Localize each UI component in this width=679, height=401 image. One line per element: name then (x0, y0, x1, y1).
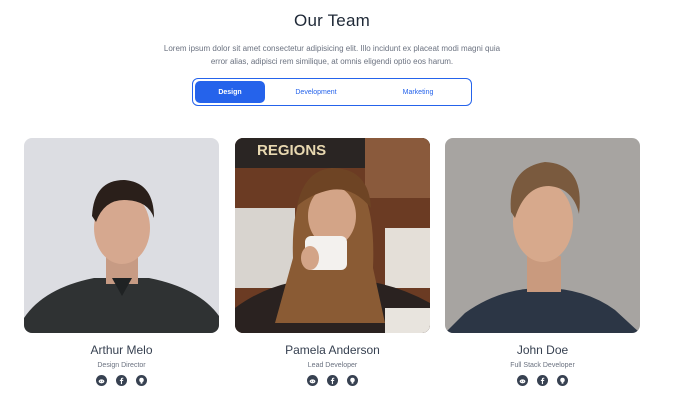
reddit-icon[interactable] (517, 375, 528, 386)
member-name: Arthur Melo (90, 343, 153, 357)
team-category-tabs: Design Development Marketing (192, 78, 472, 106)
team-member-card: REGIONS Pamela Anderson Lead Developer (235, 138, 430, 386)
github-icon[interactable] (557, 375, 568, 386)
member-role: Full Stack Developer (510, 362, 575, 369)
facebook-icon[interactable] (537, 375, 548, 386)
member-social-links (445, 375, 640, 386)
facebook-icon[interactable] (116, 375, 127, 386)
photo-sign-text: REGIONS (257, 142, 326, 159)
team-intro-text: Lorem ipsum dolor sit amet consectetur a… (163, 44, 501, 66)
page-title: Our Team (294, 11, 370, 30)
github-icon[interactable] (136, 375, 147, 386)
reddit-icon[interactable] (307, 375, 318, 386)
member-role: Design Director (97, 362, 146, 369)
member-social-links (24, 375, 219, 386)
member-photo-arthur-melo (24, 138, 219, 333)
member-name: John Doe (516, 343, 569, 357)
team-member-card: Arthur Melo Design Director (24, 138, 219, 386)
member-name: Pamela Anderson (285, 343, 380, 357)
facebook-icon[interactable] (327, 375, 338, 386)
member-role: Lead Developer (307, 362, 358, 369)
member-photo-pamela-anderson: REGIONS (235, 138, 430, 333)
member-photo-john-doe (445, 138, 640, 333)
tab-marketing[interactable]: Marketing (367, 81, 469, 103)
member-social-links (235, 375, 430, 386)
tab-development[interactable]: Development (265, 81, 367, 103)
team-member-card: John Doe Full Stack Developer (445, 138, 640, 386)
reddit-icon[interactable] (96, 375, 107, 386)
github-icon[interactable] (347, 375, 358, 386)
tab-design[interactable]: Design (195, 81, 265, 103)
